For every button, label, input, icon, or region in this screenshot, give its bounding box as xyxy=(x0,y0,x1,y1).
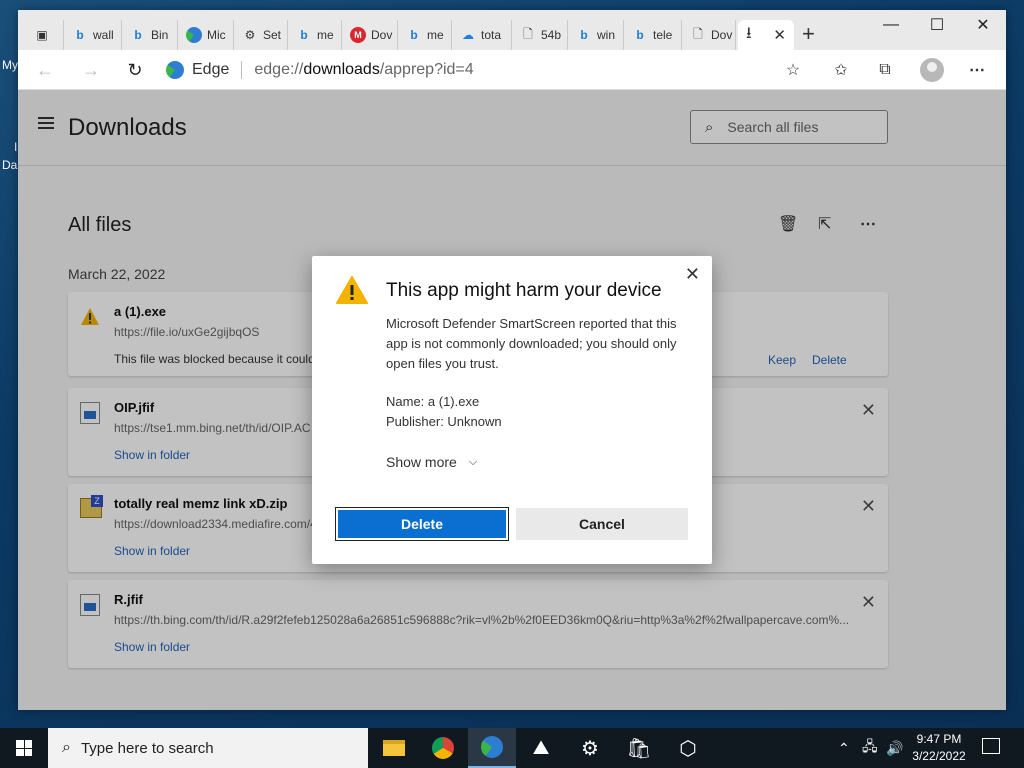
collections-icon[interactable]: ⧉ xyxy=(872,58,898,82)
taskbar-search[interactable]: ⌕ Type here to search xyxy=(48,728,368,768)
show-hidden-icons[interactable]: ⌃ xyxy=(838,728,850,768)
browser-window: ▣ b wall b Bin Mic ⚙ Set b me M Dov b me ☁ tota… xyxy=(18,10,1006,710)
dialog-title: This app might harm your device xyxy=(386,280,662,301)
tab[interactable]: Mic xyxy=(180,20,234,50)
edge-icon xyxy=(166,61,184,79)
store-icon[interactable]: 🛍 xyxy=(615,728,663,768)
tab[interactable]: M Dov xyxy=(344,20,398,50)
chevron-down-icon: ⌵ xyxy=(468,455,478,468)
bing-icon: b xyxy=(300,28,308,42)
mega-icon: M xyxy=(350,27,366,43)
tab[interactable]: b Bin xyxy=(124,20,178,50)
tab[interactable]: 🗋 Dov xyxy=(684,20,736,50)
tab-label: tele xyxy=(653,28,673,42)
back-button[interactable]: ← xyxy=(30,56,60,84)
file-name-line: Name: a (1).exe xyxy=(386,394,480,409)
tab-label: Dov xyxy=(711,28,733,42)
delete-button[interactable]: Delete xyxy=(335,507,509,541)
tab[interactable]: 🗋 54b xyxy=(514,20,568,50)
search-icon: ⌕ xyxy=(62,739,71,756)
tab-label: wall xyxy=(93,28,114,42)
desktop-icon-label: My xyxy=(2,58,18,72)
download-icon: ⭳ xyxy=(746,24,752,42)
downloads-page: Downloads ⌕ Search all files All files 🗑… xyxy=(18,90,1006,710)
bing-icon: b xyxy=(580,28,588,42)
3d-viewer-icon[interactable]: ⬡ xyxy=(664,728,712,768)
add-favorite-icon[interactable]: ☆ xyxy=(780,58,806,82)
show-more-label: Show more xyxy=(386,454,457,470)
tab-label: Mic xyxy=(207,28,226,42)
settings-icon[interactable]: ⚙ xyxy=(566,728,614,768)
cloud-icon: ☁ xyxy=(462,28,474,42)
file-explorer-icon[interactable] xyxy=(370,728,418,768)
doc-icon: 🗋 xyxy=(693,26,703,41)
tab[interactable]: b tele xyxy=(626,20,682,50)
site-identity-label: Edge xyxy=(192,61,230,78)
minimize-button[interactable]: — xyxy=(868,10,914,40)
taskbar-search-placeholder: Type here to search xyxy=(80,739,214,757)
close-window-button[interactable]: ✕ xyxy=(960,10,1006,40)
tab-actions-button[interactable]: ▣ xyxy=(28,20,64,50)
warning-icon xyxy=(336,276,368,304)
bing-icon: b xyxy=(410,28,418,42)
photos-icon[interactable]: ⛰ xyxy=(517,728,565,768)
url-field[interactable]: Edge edge://downloads/apprep?id=4 xyxy=(166,56,474,84)
smartscreen-dialog: This app might harm your device ✕ Micros… xyxy=(312,256,712,564)
gear-icon: ⚙ xyxy=(244,28,256,42)
publisher-line: Publisher: Unknown xyxy=(386,414,502,429)
windows-logo-icon xyxy=(16,740,32,756)
start-button[interactable] xyxy=(0,728,48,768)
tab-label: me xyxy=(427,28,444,42)
forward-button[interactable]: → xyxy=(76,56,106,84)
clock-time: 9:47 PM xyxy=(916,732,962,746)
more-options-icon[interactable]: ⋯ xyxy=(964,58,990,82)
network-icon[interactable]: 🖧 xyxy=(862,728,878,768)
bing-icon: b xyxy=(134,28,142,42)
show-more-toggle[interactable]: Show more ⌵ xyxy=(386,454,477,470)
cancel-button[interactable]: Cancel xyxy=(516,508,688,540)
new-tab-button[interactable]: + xyxy=(802,23,815,45)
edge-taskbar-icon[interactable] xyxy=(468,728,516,768)
system-clock[interactable]: 9:47 PM 3/22/2022 xyxy=(908,731,970,765)
favorites-icon[interactable]: ✩ xyxy=(828,58,854,82)
tab-label: win xyxy=(597,28,616,42)
bing-icon: b xyxy=(76,28,84,42)
tab[interactable]: ⚙ Set xyxy=(236,20,288,50)
close-tab-icon[interactable]: ✕ xyxy=(773,26,786,44)
file-details: Name: a (1).exe Publisher: Unknown xyxy=(386,392,502,432)
maximize-button[interactable]: ☐ xyxy=(914,10,960,40)
chrome-icon[interactable] xyxy=(419,728,467,768)
tab[interactable]: b win xyxy=(570,20,624,50)
close-icon[interactable]: ✕ xyxy=(685,264,700,285)
tab-label: Dov xyxy=(371,28,393,42)
tab-downloads-active[interactable]: ⭳ ✕ xyxy=(738,20,794,50)
desktop-icon-label: I xyxy=(14,140,18,154)
dialog-message: Microsoft Defender SmartScreen reported … xyxy=(386,316,677,371)
tab-label: Set xyxy=(263,28,282,42)
tab-label: me xyxy=(317,28,334,42)
tab[interactable]: ☁ tota xyxy=(454,20,512,50)
tab-strip: ▣ b wall b Bin Mic ⚙ Set b me M Dov b me ☁ tota… xyxy=(18,10,1006,50)
tab[interactable]: b me xyxy=(400,20,452,50)
divider xyxy=(241,61,243,79)
desktop-icon-label: Da xyxy=(2,158,18,172)
url-text: edge://downloads/apprep?id=4 xyxy=(254,61,474,78)
tab-label: Bin xyxy=(151,28,169,42)
volume-icon[interactable]: 🔊 xyxy=(886,728,903,768)
clock-date: 3/22/2022 xyxy=(912,749,966,763)
tab[interactable]: b wall xyxy=(66,20,122,50)
refresh-button[interactable]: ↻ xyxy=(120,56,150,84)
tab-label: tota xyxy=(481,28,502,42)
edge-icon xyxy=(186,27,202,43)
address-bar: ← → ↻ Edge edge://downloads/apprep?id=4 … xyxy=(18,50,1006,90)
notifications-icon[interactable] xyxy=(982,738,1000,754)
tab-actions-icon: ▣ xyxy=(36,28,48,42)
profile-avatar[interactable] xyxy=(920,58,944,82)
bing-icon: b xyxy=(636,28,644,42)
doc-icon: 🗋 xyxy=(523,26,533,41)
taskbar: ⌕ Type here to search ⛰ ⚙ 🛍 ⬡ ⌃ 🖧 🔊 9:47… xyxy=(0,728,1024,768)
tab-label: 54b xyxy=(541,28,562,42)
tab[interactable]: b me xyxy=(290,20,342,50)
